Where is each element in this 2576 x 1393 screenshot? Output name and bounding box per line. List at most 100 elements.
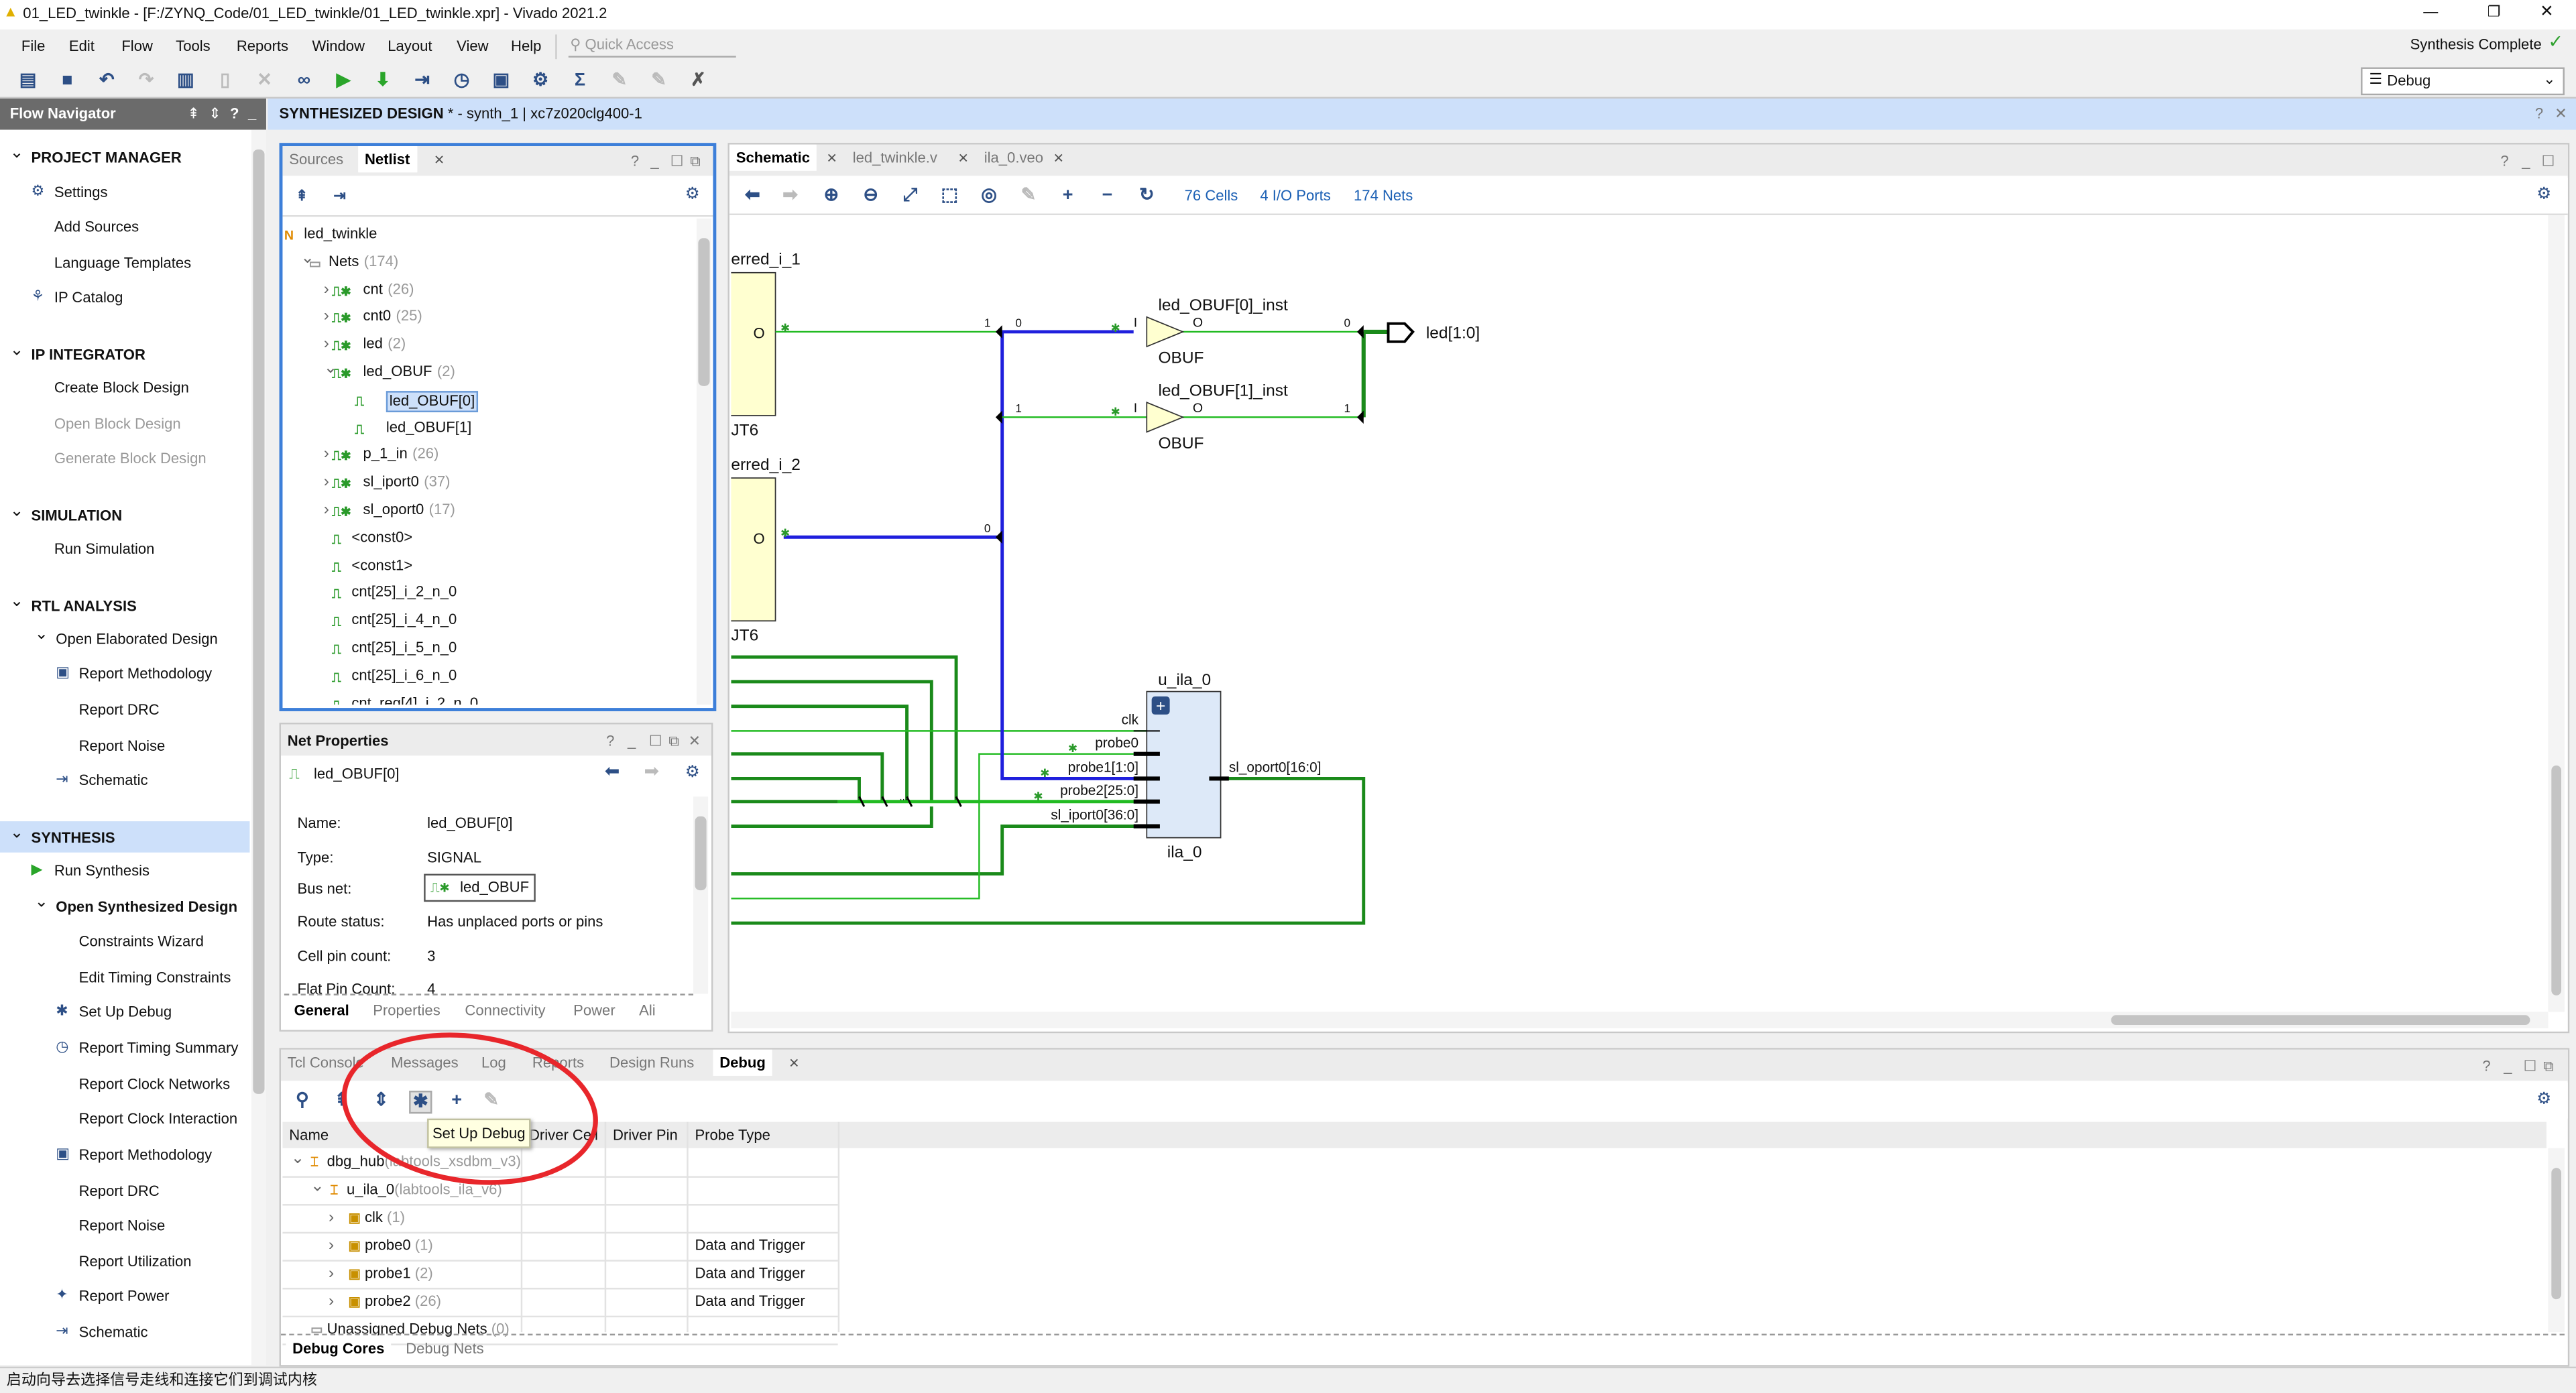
nav-open-synthesized-design[interactable]: Open Synthesized Design	[56, 898, 237, 916]
help-icon[interactable]: ?	[2500, 153, 2508, 171]
expand-all-icon[interactable]: ⇕	[371, 1091, 391, 1110]
close-tab-icon[interactable]: ✕	[788, 1054, 799, 1073]
schematic-tab-schematic[interactable]: Schematic	[729, 144, 817, 171]
menu-view[interactable]: View	[457, 38, 488, 56]
bus-ripper[interactable]	[995, 530, 1002, 544]
minimize-panel-icon[interactable]: _	[248, 105, 256, 123]
run-icon[interactable]: ▶	[333, 70, 353, 90]
netlist-tab-netlist[interactable]: Netlist	[358, 146, 417, 173]
disabled-icon[interactable]: ✎	[609, 70, 629, 90]
help-icon[interactable]: ?	[2482, 1058, 2490, 1076]
target-icon[interactable]: ◎	[979, 186, 998, 205]
collapse-all-icon[interactable]: ⇞	[332, 1091, 351, 1110]
nav-report-drc[interactable]: Report DRC	[79, 701, 160, 719]
bus-ripper[interactable]	[995, 410, 1002, 424]
maximize-icon[interactable]: ☐	[649, 733, 662, 751]
disabled-icon[interactable]: ✎	[649, 70, 668, 90]
net-wire[interactable]	[731, 806, 933, 828]
schematic-vscrollbar[interactable]	[2548, 215, 2565, 1012]
schematic-icon[interactable]: ⇥	[333, 187, 345, 205]
settings-icon[interactable]: ⚙	[530, 70, 550, 90]
schematic-stat-link[interactable]: 4 I/O Ports	[1260, 187, 1330, 205]
lut-cell[interactable]	[731, 477, 776, 622]
search-icon[interactable]: ⚲	[292, 1091, 312, 1110]
section-simulation[interactable]: SIMULATION	[32, 507, 123, 526]
zoom-in-icon[interactable]: ⊕	[821, 186, 841, 205]
tree-row[interactable]: › ⎍✱ sl_iport0 (37)	[282, 470, 696, 496]
section-project-manager[interactable]: PROJECT MANAGER	[32, 149, 182, 168]
tree-row[interactable]: › ⎍✱ led (2)	[282, 332, 696, 358]
disabled-icon[interactable]: ✎	[481, 1091, 501, 1110]
tree-row[interactable]: ⎍ cnt[25]_i_2_n_0	[282, 581, 696, 607]
restore-icon[interactable]: ❐	[2487, 3, 2501, 21]
minimize-icon[interactable]: —	[2423, 3, 2438, 21]
chevron-right-icon[interactable]: ›	[329, 1237, 334, 1255]
close-icon[interactable]: ✕	[689, 733, 701, 751]
disabled-icon[interactable]: ✎	[1018, 186, 1038, 205]
maximize-icon[interactable]: ☐	[2524, 1058, 2537, 1076]
tree-row[interactable]: › ⎍✱ sl_oport0 (17)	[282, 497, 696, 524]
bus-ripper[interactable]	[1356, 410, 1364, 424]
lut-cell[interactable]	[731, 271, 776, 416]
schematic-stat-link[interactable]: 174 Nets	[1354, 187, 1413, 205]
copy-icon[interactable]: ▥	[176, 70, 195, 90]
schematic-canvas[interactable]: O Oerred_i_1 JT6 erred_i_2 JT6 led_OBUF[0]_in…	[731, 215, 2548, 1012]
chevron-down-icon[interactable]: ⌄	[34, 894, 48, 912]
netlist-scrollbar[interactable]	[696, 218, 711, 705]
debug-tab-design-runs[interactable]: Design Runs	[603, 1050, 701, 1076]
nav-schematic[interactable]: Schematic	[79, 772, 148, 790]
properties-scrollbar[interactable]	[693, 796, 709, 994]
bus-ripper[interactable]	[1356, 325, 1364, 339]
close-tab-icon[interactable]: ✕	[1053, 149, 1064, 168]
help-icon[interactable]: ?	[2535, 105, 2543, 123]
debug-tab-messages[interactable]: Messages	[384, 1050, 465, 1076]
add-icon[interactable]: +	[1058, 186, 1077, 205]
autoconnect-icon[interactable]: ✗	[689, 70, 708, 90]
menu-layout[interactable]: Layout	[388, 38, 432, 56]
close-tab-icon[interactable]: ✕	[958, 149, 969, 168]
nav-language-templates[interactable]: Language Templates	[54, 255, 191, 273]
menu-window[interactable]: Window	[312, 38, 365, 56]
debug-scrollbar[interactable]	[2548, 1148, 2565, 1333]
help-icon[interactable]: ?	[606, 733, 614, 751]
menu-edit[interactable]: Edit	[69, 38, 95, 56]
properties-tab-power[interactable]: Power	[567, 997, 622, 1023]
debug-bottom-tab-debug-nets[interactable]: Debug Nets	[399, 1335, 490, 1361]
gear-icon[interactable]: ⚙	[685, 186, 700, 204]
maximize-icon[interactable]: ☐	[2542, 153, 2555, 171]
tree-row[interactable]: Nled_twinkle	[282, 222, 696, 248]
refresh-icon[interactable]: ↻	[1137, 186, 1157, 205]
debug-tab-reports[interactable]: Reports	[526, 1050, 591, 1076]
bus-net-link[interactable]: ⎍✱ led_OBUF	[424, 873, 536, 902]
debug-tab-debug[interactable]: Debug	[713, 1049, 772, 1076]
nav-set-up-debug[interactable]: Set Up Debug	[79, 1004, 172, 1022]
float-icon[interactable]: ⧉	[2543, 1058, 2554, 1076]
chevron-down-icon[interactable]: ⌄	[10, 145, 24, 163]
chevron-down-icon[interactable]: ⌄	[10, 342, 24, 360]
chevron-down-icon[interactable]: ⌄	[291, 1150, 305, 1168]
netlist-tab-sources[interactable]: Sources	[282, 146, 350, 172]
collapse-all-icon[interactable]: ⇞	[296, 187, 308, 205]
properties-tab-connectivity[interactable]: Connectivity	[459, 997, 552, 1023]
nav-report-drc[interactable]: Report DRC	[79, 1183, 160, 1201]
chevron-right-icon[interactable]: ›	[324, 446, 329, 464]
chevron-right-icon[interactable]: ›	[324, 335, 329, 353]
tree-row[interactable]: ⎍ led_OBUF[0]	[282, 387, 696, 414]
zoom-area-icon[interactable]: ⬚	[940, 186, 959, 205]
minimize-icon[interactable]: _	[2522, 153, 2530, 171]
timing-icon[interactable]: ◷	[452, 70, 471, 90]
selected-bus-wire[interactable]	[1000, 331, 1147, 780]
set-up-debug-icon[interactable]: ✱	[409, 1090, 432, 1114]
column-header[interactable]: Name	[289, 1127, 329, 1145]
flow-navigator-scrollbar[interactable]	[251, 129, 266, 1366]
chevron-down-icon[interactable]: ⌄	[10, 825, 24, 843]
minimize-icon[interactable]: _	[628, 733, 636, 751]
gear-icon[interactable]: ⚙	[2536, 186, 2551, 204]
chevron-down-icon[interactable]: ⌄	[10, 593, 24, 611]
maximize-icon[interactable]: ☐	[670, 153, 684, 171]
properties-tab-ali[interactable]: Ali	[632, 997, 662, 1023]
nav-run-synthesis[interactable]: Run Synthesis	[54, 862, 150, 880]
nav-report-methodology[interactable]: Report Methodology	[79, 1146, 213, 1164]
led-output-port[interactable]	[1387, 322, 1415, 343]
chevron-down-icon[interactable]: ⌄	[10, 503, 24, 521]
